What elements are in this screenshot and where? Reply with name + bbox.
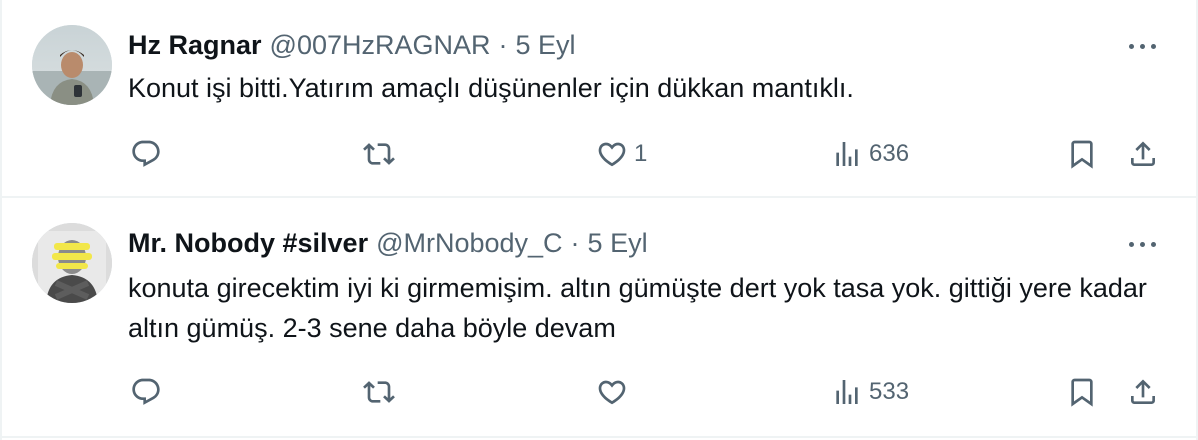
tweet-divider bbox=[0, 436, 1198, 438]
reply-button[interactable] bbox=[130, 134, 162, 174]
heart-icon bbox=[598, 380, 626, 405]
share-button[interactable] bbox=[1127, 134, 1159, 174]
bookmark-button[interactable] bbox=[1066, 372, 1098, 412]
display-name[interactable]: Hz Ragnar bbox=[128, 28, 262, 62]
share-icon bbox=[1131, 379, 1155, 404]
tweet-text: konuta girecektim iyi ki girmemişim. alt… bbox=[128, 273, 1147, 343]
bookmark-icon bbox=[1071, 378, 1093, 407]
like-count: 1 bbox=[634, 140, 648, 167]
tweet[interactable]: Mr. Nobody #silver @MrNobody_C · 5 Eyl k… bbox=[0, 198, 1198, 438]
views-button[interactable]: 533 bbox=[831, 372, 909, 412]
like-button[interactable] bbox=[596, 372, 628, 412]
reply-icon bbox=[132, 140, 160, 167]
avatar[interactable] bbox=[32, 25, 112, 105]
more-icon[interactable] bbox=[1122, 234, 1162, 254]
retweet-button[interactable] bbox=[362, 134, 396, 174]
share-button[interactable] bbox=[1127, 372, 1159, 412]
tweet-header: Hz Ragnar @007HzRAGNAR · 5 Eyl bbox=[128, 28, 576, 62]
separator-dot: · bbox=[570, 228, 580, 258]
views-icon bbox=[836, 380, 858, 404]
views-icon bbox=[836, 142, 858, 166]
tweet-header: Mr. Nobody #silver @MrNobody_C · 5 Eyl bbox=[128, 226, 648, 260]
heart-icon bbox=[598, 142, 626, 167]
view-count: 533 bbox=[869, 378, 910, 405]
bookmark-button[interactable] bbox=[1066, 134, 1098, 174]
display-name[interactable]: Mr. Nobody #silver bbox=[128, 226, 368, 260]
timestamp[interactable]: 5 Eyl bbox=[516, 28, 576, 62]
more-icon[interactable] bbox=[1122, 36, 1162, 56]
tweet[interactable]: Hz Ragnar @007HzRAGNAR · 5 Eyl Konut işi… bbox=[0, 0, 1198, 196]
retweet-button[interactable] bbox=[362, 372, 396, 412]
retweet-icon bbox=[363, 143, 395, 165]
user-handle[interactable]: @007HzRAGNAR bbox=[270, 28, 491, 62]
bookmark-icon bbox=[1071, 140, 1093, 169]
retweet-icon bbox=[363, 381, 395, 403]
tweet-text: Konut işi bitti.Yatırım amaçlı düşünenle… bbox=[128, 73, 854, 103]
reply-icon bbox=[132, 378, 160, 405]
like-button[interactable]: 1 bbox=[596, 134, 647, 174]
reply-thread: Hz Ragnar @007HzRAGNAR · 5 Eyl Konut işi… bbox=[0, 0, 1198, 440]
user-handle[interactable]: @MrNobody_C bbox=[376, 226, 562, 260]
separator-dot: · bbox=[498, 30, 508, 60]
reply-button[interactable] bbox=[130, 372, 162, 412]
share-icon bbox=[1131, 141, 1155, 166]
avatar[interactable] bbox=[32, 223, 112, 303]
timestamp[interactable]: 5 Eyl bbox=[588, 226, 648, 260]
views-button[interactable]: 636 bbox=[831, 134, 909, 174]
view-count: 636 bbox=[869, 140, 910, 167]
